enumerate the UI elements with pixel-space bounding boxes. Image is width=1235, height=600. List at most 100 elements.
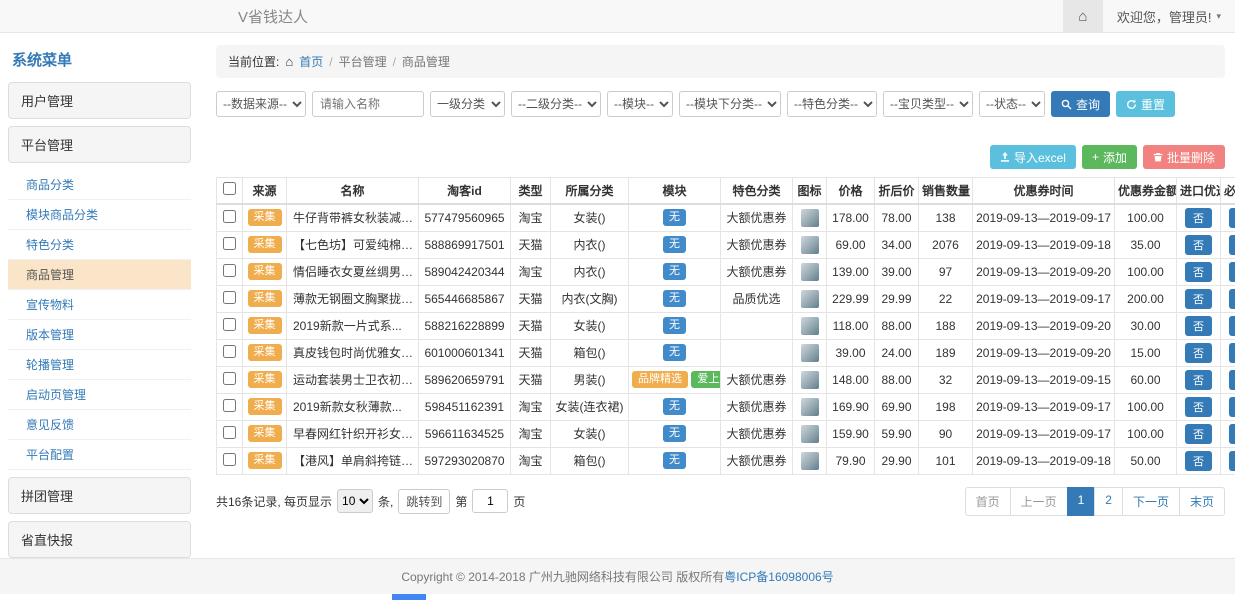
taoke-id: 577479560965 [419,204,511,232]
sidebar-item-version-mgmt[interactable]: 版本管理 [8,320,191,350]
must-buy-toggle[interactable]: 否 [1229,424,1235,444]
table-row: 采集2019新款一片式系...588216228899天猫女装()无118.00… [217,312,1235,339]
user-menu[interactable]: 欢迎您，管理员! ▾ [1103,0,1235,32]
level1-category-select[interactable]: 一级分类 [430,91,505,117]
sidebar-item-platform-mgmt[interactable]: 平台管理 [8,126,191,163]
discount-price: 29.90 [875,447,919,474]
must-buy-toggle[interactable]: 否 [1229,316,1235,336]
import-select-toggle[interactable]: 否 [1185,451,1212,471]
must-buy-toggle[interactable]: 否 [1229,262,1235,282]
page-button-2[interactable]: 2 [1094,487,1123,516]
import-select-toggle[interactable]: 否 [1185,262,1212,282]
row-checkbox[interactable] [223,291,236,304]
page-number-input[interactable] [472,489,508,513]
sales-count: 97 [919,258,973,285]
product-type: 天猫 [511,366,551,393]
must-buy-toggle[interactable]: 否 [1229,397,1235,417]
col-price: 价格 [827,178,875,204]
sidebar-item-group-mgmt[interactable]: 拼团管理 [8,477,191,514]
home-icon[interactable]: ⌂ [1063,0,1103,32]
welcome-text: 欢迎您，管理员! [1117,7,1212,26]
row-checkbox[interactable] [223,237,236,250]
prev-page-button[interactable]: 上一页 [1010,487,1068,516]
name-search-input[interactable] [312,91,424,117]
sidebar-item-user-mgmt[interactable]: 用户管理 [8,82,191,119]
product-thumb [801,236,819,254]
row-checkbox[interactable] [223,264,236,277]
discount-price: 29.99 [875,285,919,312]
breadcrumb: 当前位置: ⌂ 首页 / 平台管理 / 商品管理 [216,45,1225,78]
must-buy-toggle[interactable]: 否 [1229,208,1235,228]
breadcrumb-home-link[interactable]: 首页 [299,53,323,70]
product-thumb [801,398,819,416]
discount-price: 39.00 [875,258,919,285]
row-checkbox[interactable] [223,453,236,466]
import-select-toggle[interactable]: 否 [1185,370,1212,390]
module-select[interactable]: --模块-- [607,91,673,117]
row-checkbox[interactable] [223,210,236,223]
import-select-toggle[interactable]: 否 [1185,208,1212,228]
product-category: 内衣(文胸) [551,285,629,312]
sales-count: 101 [919,447,973,474]
search-button[interactable]: 查询 [1051,91,1110,117]
sidebar-item-platform-config[interactable]: 平台配置 [8,440,191,470]
select-all-checkbox[interactable] [223,182,236,195]
row-checkbox[interactable] [223,399,236,412]
jump-button[interactable]: 跳转到 [398,489,450,514]
next-page-button[interactable]: 下一页 [1122,487,1180,516]
header-checkbox-cell [217,178,243,204]
row-checkbox[interactable] [223,318,236,331]
sidebar-item-module-goods-category[interactable]: 模块商品分类 [8,200,191,230]
special-category-cell: 大额优惠券 [721,366,793,393]
sidebar-item-carousel-mgmt[interactable]: 轮播管理 [8,350,191,380]
sidebar-item-goods-category[interactable]: 商品分类 [8,170,191,200]
sidebar-item-feedback[interactable]: 意见反馈 [8,410,191,440]
status-select[interactable]: --状态-- [979,91,1045,117]
scrollbar-thumb[interactable] [392,594,426,600]
import-select-toggle[interactable]: 否 [1185,424,1212,444]
row-checkbox[interactable] [223,426,236,439]
horizontal-scrollbar[interactable] [0,594,1235,600]
product-category: 女装() [551,204,629,232]
batch-delete-button[interactable]: 批量删除 [1143,145,1225,169]
product-type: 天猫 [511,231,551,258]
item-type-select[interactable]: --宝贝类型-- [883,91,973,117]
import-select-toggle[interactable]: 否 [1185,397,1212,417]
must-buy-toggle[interactable]: 否 [1229,370,1235,390]
data-source-select[interactable]: --数据来源-- [216,91,306,117]
product-type: 天猫 [511,339,551,366]
table-body: 采集牛仔背带裤女秋装减龄...577479560965淘宝女装()无大额优惠券1… [217,204,1235,475]
module-cell: 品牌精选 爱上运动 [629,366,721,393]
import-excel-button[interactable]: 导入excel [990,145,1076,169]
sidebar-item-promo-material[interactable]: 宣传物料 [8,290,191,320]
sidebar-item-express-news[interactable]: 省直快报 [8,521,191,558]
import-select-toggle[interactable]: 否 [1185,343,1212,363]
last-page-button[interactable]: 末页 [1179,487,1225,516]
must-buy-toggle[interactable]: 否 [1229,451,1235,471]
sidebar-item-special-category[interactable]: 特色分类 [8,230,191,260]
reset-button[interactable]: 重置 [1116,91,1175,117]
special-category-cell: 大额优惠券 [721,420,793,447]
add-button[interactable]: + 添加 [1082,145,1137,169]
special-category-select[interactable]: --特色分类-- [787,91,877,117]
must-buy-toggle[interactable]: 否 [1229,235,1235,255]
import-select-toggle[interactable]: 否 [1185,235,1212,255]
module-badge: 无 [663,236,686,253]
sidebar-item-splash-mgmt[interactable]: 启动页管理 [8,380,191,410]
page-size-select[interactable]: 10 [337,489,373,513]
first-page-button[interactable]: 首页 [965,487,1011,516]
must-buy-toggle[interactable]: 否 [1229,289,1235,309]
level2-category-select[interactable]: --二级分类-- [511,91,601,117]
row-checkbox[interactable] [223,372,236,385]
must-buy-toggle[interactable]: 否 [1229,343,1235,363]
sidebar-item-goods-mgmt[interactable]: 商品管理 [8,260,191,290]
import-select-toggle[interactable]: 否 [1185,316,1212,336]
import-select-toggle[interactable]: 否 [1185,289,1212,309]
discount-price: 24.00 [875,339,919,366]
icp-link[interactable]: 粤ICP备16098006号 [724,570,833,584]
row-checkbox[interactable] [223,345,236,358]
breadcrumb-level3: 商品管理 [402,53,450,70]
module-sub-category-select[interactable]: --模块下分类-- [679,91,781,117]
module-badge: 无 [663,398,686,415]
page-button-1[interactable]: 1 [1067,487,1096,516]
